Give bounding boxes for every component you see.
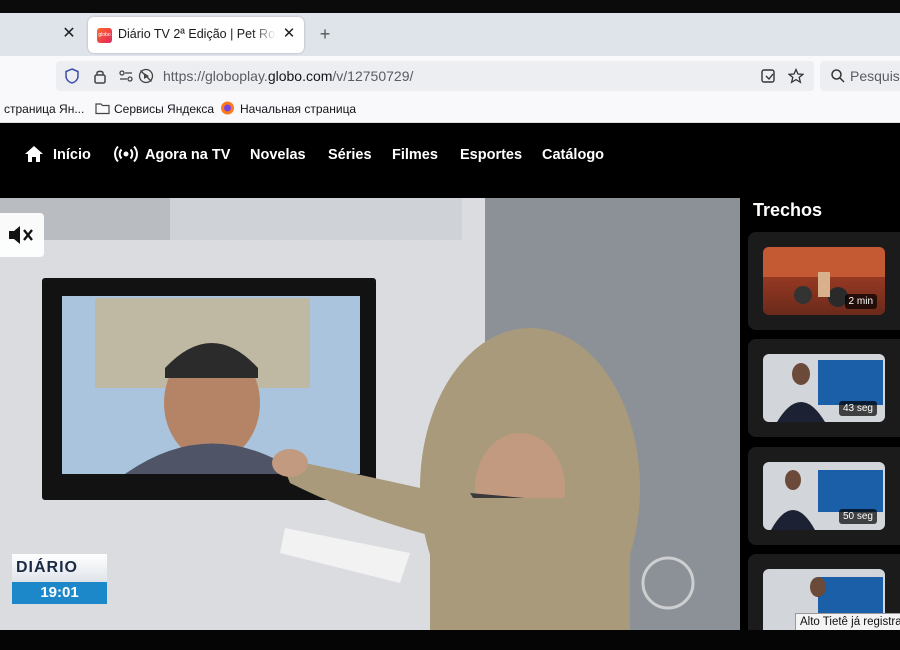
clip-duration: 2 min [844,294,877,309]
autoplay-blocked-icon[interactable] [138,68,154,84]
search-box[interactable]: Pesquisa [820,61,900,91]
url-text: https://globoplay.globo.com/v/12750729/ [163,68,414,84]
tab-strip: ✕ globo play Diário TV 2ª Edição | Pet R… [0,13,900,56]
muted-speaker-icon [9,226,33,244]
clip-duration: 43 seg [838,401,877,416]
nav-agora-na-tv[interactable]: Agora na TV [145,145,230,165]
site-header: Início Agora na TV Novelas Séries Filmes… [0,123,900,198]
bookmark-yandex-services[interactable]: Сервисы Яндекса [114,102,214,116]
tab-active[interactable]: globo play Diário TV 2ª Edição | Pet Roc… [88,17,304,53]
clip-thumbnail: 43 seg [763,354,885,422]
reader-view-icon[interactable] [760,68,776,84]
nav-filmes[interactable]: Filmes [392,145,438,165]
clip-card[interactable]: 2 min [748,232,900,330]
nav-esportes[interactable]: Esportes [460,145,522,165]
channel-logo: DIÁRIO 19:01 [12,554,107,604]
address-bar[interactable]: https://globoplay.globo.com/v/12750729/ [56,61,814,91]
window-top-edge [0,0,900,13]
nav-inicio[interactable]: Início [53,145,91,165]
bottom-edge [0,630,900,650]
tracking-protection-shield-icon[interactable] [64,68,80,84]
folder-icon [95,103,110,115]
home-icon[interactable] [23,143,45,165]
close-tab-icon[interactable]: ✕ [280,25,298,43]
permissions-icon[interactable] [118,68,134,84]
clip-thumbnail: 50 seg [763,462,885,530]
nav-catalogo[interactable]: Catálogo [542,145,604,165]
video-player[interactable]: DIÁRIO 19:01 [0,198,740,630]
firefox-icon [221,101,234,115]
channel-logo-text: DIÁRIO [12,554,107,582]
broadcast-time: 19:01 [12,582,107,604]
tab-title: Diário TV 2ª Edição | Pet Rock S [118,27,276,41]
live-broadcast-icon[interactable] [114,143,138,165]
search-placeholder: Pesquisa [850,68,900,84]
video-frame [0,198,740,630]
clip-duration: 50 seg [838,509,877,524]
navigation-bar: https://globoplay.globo.com/v/12750729/ … [0,56,900,96]
bookmarks-bar: страница Ян... Сервисы Яндекса Начальная… [0,96,900,123]
nav-novelas[interactable]: Novelas [250,145,306,165]
clip-thumbnail: 2 min [763,247,885,315]
clip-card[interactable]: 50 seg [748,447,900,545]
clip-title-tooltip: Alto Tietê já registra [795,613,900,631]
search-icon [831,69,845,83]
clips-panel-title: Trechos [753,200,823,220]
globoplay-favicon-icon: globo play [97,28,112,53]
clip-card[interactable]: 43 seg [748,339,900,437]
mute-button[interactable] [0,213,44,257]
clips-panel: Trechos 2 min 43 seg 50 seg [740,198,900,650]
screen: ✕ globo play Diário TV 2ª Edição | Pet R… [0,0,900,650]
close-previous-tab-icon[interactable]: ✕ [60,25,78,43]
bookmark-yandex-page[interactable]: страница Ян... [4,102,84,116]
lock-icon[interactable] [92,68,108,84]
new-tab-icon[interactable]: + [316,25,334,43]
bookmark-start-page[interactable]: Начальная страница [240,102,356,116]
bookmark-star-icon[interactable] [788,68,804,84]
nav-series[interactable]: Séries [328,145,372,165]
